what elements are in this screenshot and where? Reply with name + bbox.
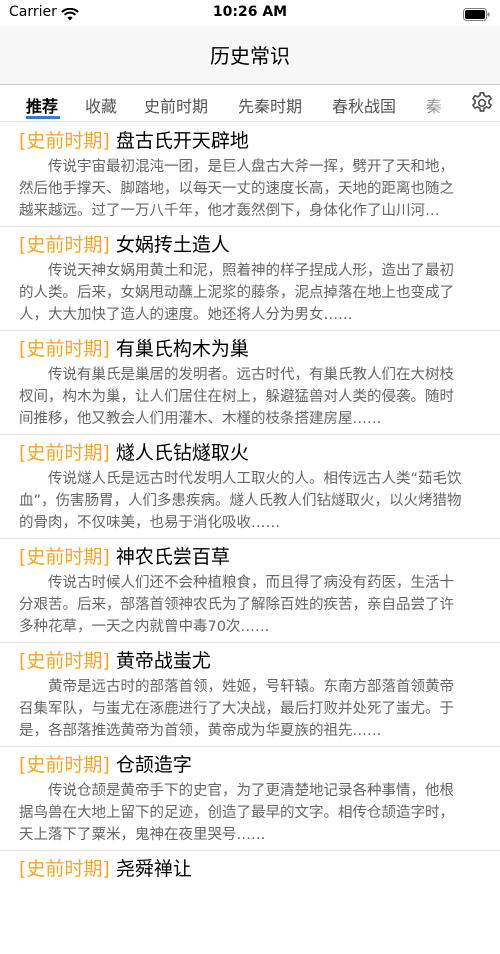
article-category: [史前时期] <box>19 234 110 256</box>
article-title: 尧舜禅让 <box>115 858 192 880</box>
article-summary: 传说燧人氏是远古时代发明人工取火的人。相传远古人类“茹毛饮血”，伤害肠胃，人们多… <box>19 471 462 531</box>
active-tab-indicator <box>26 116 60 119</box>
gear-icon <box>471 91 493 112</box>
article-summary: 传说仓颉是黄帝手下的史官，为了更清楚地记录各种事情，他根据鸟兽在大地上留下的足迹… <box>19 783 454 843</box>
article-summary: 传说古时候人们还不会种植粮食，而且得了病没有药医，生活十分艰苦。后来，部落首领神… <box>19 575 454 635</box>
article-category: [史前时期] <box>19 442 110 464</box>
article-category: [史前时期] <box>19 338 110 360</box>
settings-button[interactable] <box>456 85 500 121</box>
tab-spring-autumn-warring-states[interactable]: 春秋战国 <box>332 93 396 117</box>
tab-prehistoric[interactable]: 史前时期 <box>144 93 208 117</box>
article-category: [史前时期] <box>19 650 110 672</box>
article-title: 燧人氏钻燧取火 <box>115 442 249 464</box>
status-bar: Carrier 10:26 AM <box>0 0 500 26</box>
article-title: 盘古氏开天辟地 <box>115 130 249 152</box>
article-summary: 传说天神女娲用黄土和泥，照着神的样子捏成人形，造出了最初的人类。后来，女娲甩动蘸… <box>19 263 454 323</box>
article-category: [史前时期] <box>19 858 110 880</box>
article-summary: 传说宇宙最初混沌一团，是巨人盘古大斧一挥，劈开了天和地，然后他手撑天、脚踏地，以… <box>19 159 454 219</box>
article-summary: 传说有巢氏是巢居的发明者。远古时代，有巢氏教人们在大树枝杈间，构木为巢，让人们居… <box>19 367 454 427</box>
article-summary <box>19 884 468 950</box>
article-title: 女娲抟土造人 <box>115 234 230 256</box>
article-summary: 黄帝是远古时的部落首领，姓姬，号轩辕。东南方部落首领黄帝召集军队，与蚩尤在涿鹿进… <box>19 679 454 739</box>
category-tab-bar: 推荐 收藏 史前时期 先秦时期 春秋战国 秦 <box>0 85 500 122</box>
article-item[interactable]: [史前时期] 有巢氏构木为巢 传说有巢氏是巢居的发明者。远古时代，有巢氏教人们在大… <box>0 330 500 435</box>
article-item[interactable]: [史前时期] 尧舜禅让 <box>0 850 500 954</box>
status-time: 10:26 AM <box>212 4 288 20</box>
article-item[interactable]: [史前时期] 燧人氏钻燧取火 传说燧人氏是远古时代发明人工取火的人。相传远古人类“… <box>0 434 500 539</box>
article-item[interactable]: [史前时期] 女娲抟土造人 传说天神女娲用黄土和泥，照着神的样子捏成人形，造出了最… <box>0 226 500 331</box>
article-title: 有巢氏构木为巢 <box>115 338 249 360</box>
battery-icon <box>463 6 490 25</box>
article-item[interactable]: [史前时期] 仓颉造字 传说仓颉是黄帝手下的史官，为了更清楚地记录各种事情，他根据… <box>0 746 500 851</box>
page-title: 历史常识 <box>210 44 290 68</box>
article-category: [史前时期] <box>19 546 110 568</box>
article-title: 黄帝战蚩尤 <box>115 650 211 672</box>
navigation-bar: 历史常识 <box>0 26 500 85</box>
tab-favorites[interactable]: 收藏 <box>85 93 117 117</box>
tab-recommended[interactable]: 推荐 <box>26 93 58 117</box>
article-item[interactable]: [史前时期] 盘古氏开天辟地 传说宇宙最初混沌一团，是巨人盘古大斧一挥，劈开了天和… <box>0 122 500 227</box>
article-title: 神农氏尝百草 <box>115 546 230 568</box>
article-item[interactable]: [史前时期] 神农氏尝百草 传说古时候人们还不会种植粮食，而且得了病没有药医，生活… <box>0 538 500 643</box>
article-category: [史前时期] <box>19 754 110 776</box>
article-item[interactable]: [史前时期] 黄帝战蚩尤 黄帝是远古时的部落首领，姓姬，号轩辕。东南方部落首领黄帝… <box>0 642 500 747</box>
tabs-fade <box>418 85 458 121</box>
article-category: [史前时期] <box>19 130 110 152</box>
article-title: 仓颉造字 <box>115 754 192 776</box>
tab-pre-qin[interactable]: 先秦时期 <box>238 93 302 117</box>
